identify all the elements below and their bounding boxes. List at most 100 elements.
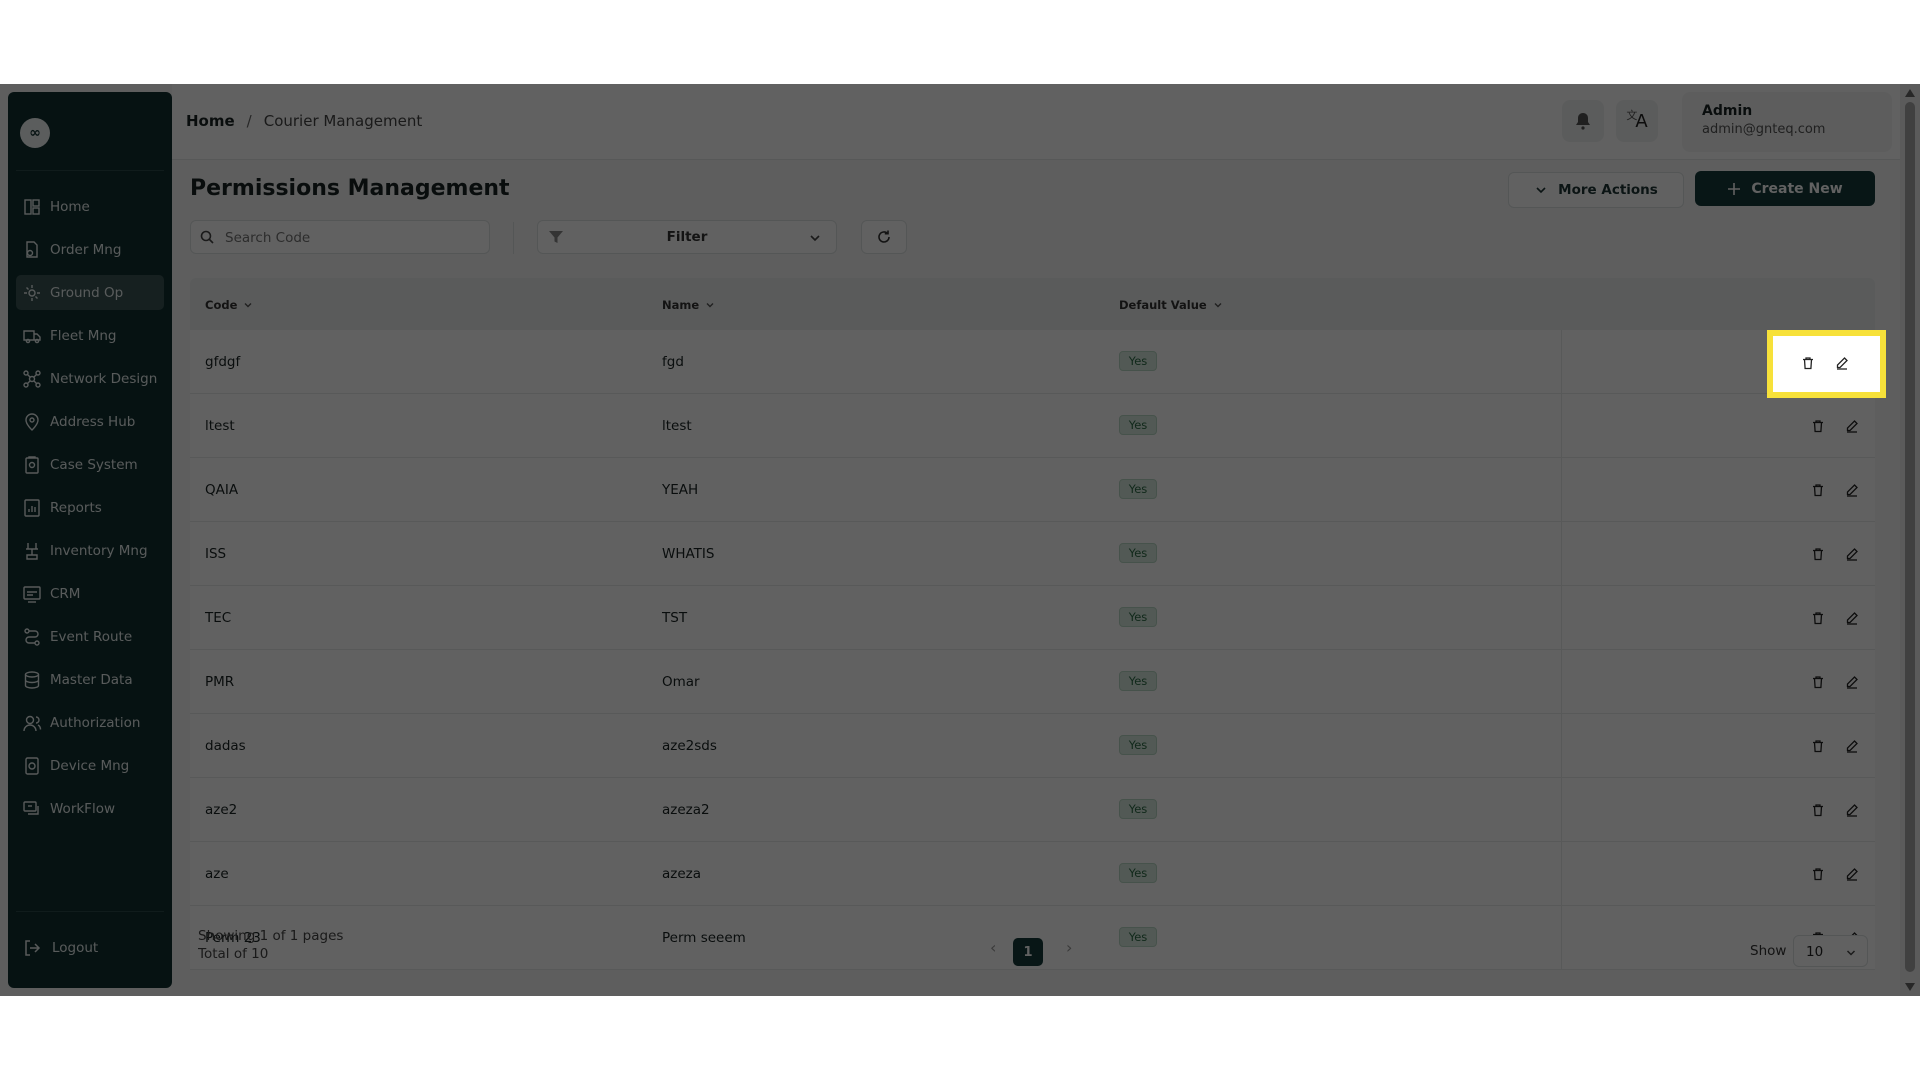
highlighted-row-actions: [1767, 330, 1886, 398]
database-icon: [24, 670, 40, 689]
delete-button[interactable]: [1806, 734, 1830, 758]
delete-button[interactable]: [1796, 351, 1820, 375]
sidebar-item-label: Case System: [50, 456, 138, 473]
sidebar-divider: [16, 170, 164, 171]
edit-button[interactable]: [1840, 862, 1864, 886]
page-scrollbar[interactable]: [1900, 84, 1920, 996]
scroll-down-arrow[interactable]: [1905, 983, 1915, 991]
home-icon: [24, 198, 40, 215]
user-profile[interactable]: Admin admin@gnteq.com: [1682, 92, 1892, 152]
edit-button[interactable]: [1840, 542, 1864, 566]
scrollbar-thumb[interactable]: [1905, 102, 1915, 972]
crm-icon: [23, 585, 41, 603]
pencil-icon: [1846, 484, 1858, 497]
sidebar-item-workflow[interactable]: WorkFlow: [16, 791, 164, 826]
column-divider: [1561, 394, 1562, 457]
sidebar-item-device-mng[interactable]: Device Mng: [16, 748, 164, 783]
delete-button[interactable]: [1806, 414, 1830, 438]
refresh-button[interactable]: [861, 220, 907, 254]
cell-code: aze2: [205, 802, 238, 818]
cell-code: gfdgf: [205, 354, 241, 370]
edit-button[interactable]: [1840, 414, 1864, 438]
default-value-badge: Yes: [1119, 607, 1157, 627]
page-size-select[interactable]: 10: [1793, 935, 1868, 967]
sidebar-item-case-system[interactable]: Case System: [16, 447, 164, 482]
cell-name: ltest: [662, 418, 692, 434]
edit-button[interactable]: [1840, 798, 1864, 822]
column-header-name[interactable]: Name: [662, 298, 715, 312]
sidebar-item-master-data[interactable]: Master Data: [16, 662, 164, 697]
delete-button[interactable]: [1806, 478, 1830, 502]
sidebar-item-label: Home: [50, 198, 90, 215]
default-value-badge: Yes: [1119, 479, 1157, 499]
sidebar-item-authorization[interactable]: Authorization: [16, 705, 164, 740]
next-page-button[interactable]: ›: [1066, 938, 1072, 957]
app-logo[interactable]: ∞: [20, 118, 50, 148]
pagination-summary: Showing 1 of 1 pages: [198, 928, 344, 944]
sidebar-item-ground-op[interactable]: Ground Op: [16, 275, 164, 310]
notifications-button[interactable]: [1562, 100, 1604, 142]
logout-button[interactable]: Logout: [22, 938, 98, 958]
page-button-current[interactable]: 1: [1013, 938, 1043, 966]
delete-button[interactable]: [1806, 862, 1830, 886]
route-icon: [24, 627, 40, 646]
search-box: [190, 220, 490, 254]
sidebar-item-order-mng[interactable]: Order Mng: [16, 232, 164, 267]
case-icon: [25, 455, 39, 474]
sidebar-item-network-design[interactable]: Network Design: [16, 361, 164, 396]
cell-code: dadas: [205, 738, 246, 754]
create-new-button[interactable]: Create New: [1695, 171, 1875, 206]
trash-icon: [1813, 484, 1823, 497]
sort-icon: [706, 303, 714, 308]
app-window: ∞ Home Order Mng Ground Op Fleet Mng Network…: [0, 84, 1920, 996]
cell-name: azeza: [662, 866, 702, 882]
cell-name: YEAH: [662, 482, 699, 498]
main-content: Permissions Management More Actions Crea…: [190, 160, 1875, 996]
sidebar-item-reports[interactable]: Reports: [16, 490, 164, 525]
pencil-icon: [1846, 612, 1858, 625]
column-header-default-value[interactable]: Default Value: [1119, 298, 1223, 312]
column-header-code[interactable]: Code: [205, 298, 253, 312]
edit-button[interactable]: [1840, 606, 1864, 630]
ground-op-icon: [24, 284, 40, 301]
prev-page-button[interactable]: ‹: [990, 938, 996, 957]
delete-button[interactable]: [1806, 542, 1830, 566]
sidebar-item-inventory-mng[interactable]: Inventory Mng: [16, 533, 164, 568]
table-row: dadas aze2sds Yes: [190, 714, 1875, 778]
language-button[interactable]: 文 A: [1616, 100, 1658, 142]
delete-button[interactable]: [1806, 798, 1830, 822]
trash-icon: [1813, 548, 1823, 561]
sidebar-item-address-hub[interactable]: Address Hub: [16, 404, 164, 439]
column-label: Code: [205, 298, 238, 312]
default-value-badge: Yes: [1119, 735, 1157, 755]
pencil-icon: [1846, 420, 1858, 433]
default-value-badge: Yes: [1119, 671, 1157, 691]
column-divider: [1561, 650, 1562, 713]
filter-dropdown[interactable]: Filter: [537, 220, 837, 254]
edit-button[interactable]: [1840, 670, 1864, 694]
scroll-up-arrow[interactable]: [1905, 89, 1915, 97]
sidebar-item-fleet-mng[interactable]: Fleet Mng: [16, 318, 164, 353]
table-row: gfdgf fgd Yes: [190, 330, 1875, 394]
trash-icon: [1803, 357, 1813, 370]
table-row: PMR Omar Yes: [190, 650, 1875, 714]
pencil-icon: [1846, 548, 1858, 561]
sidebar-item-label: Network Design: [50, 370, 158, 387]
more-actions-button[interactable]: More Actions: [1508, 172, 1684, 208]
sidebar-item-crm[interactable]: CRM: [16, 576, 164, 611]
location-icon: [25, 412, 39, 431]
breadcrumb-home[interactable]: Home: [186, 112, 235, 130]
edit-button[interactable]: [1840, 734, 1864, 758]
column-divider: [1561, 522, 1562, 585]
create-new-label: Create New: [1751, 180, 1843, 197]
sidebar-nav: Home Order Mng Ground Op Fleet Mng Network D…: [16, 189, 164, 834]
delete-button[interactable]: [1806, 670, 1830, 694]
edit-button[interactable]: [1830, 351, 1854, 375]
default-value-badge: Yes: [1119, 351, 1157, 371]
breadcrumb-separator: /: [246, 112, 252, 130]
delete-button[interactable]: [1806, 606, 1830, 630]
edit-button[interactable]: [1840, 478, 1864, 502]
sidebar-item-home[interactable]: Home: [16, 189, 164, 224]
search-input[interactable]: [223, 227, 477, 249]
sidebar-item-event-route[interactable]: Event Route: [16, 619, 164, 654]
